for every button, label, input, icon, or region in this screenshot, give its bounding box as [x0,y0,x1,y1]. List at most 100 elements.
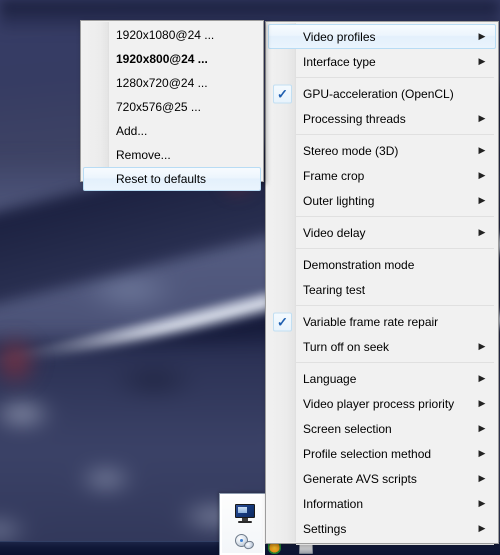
submenu-arrow-icon: ▶ [478,31,486,41]
menu-item-label: Language [303,371,357,386]
menu-item-stereo-mode-3d[interactable]: Stereo mode (3D) ▶ [268,138,496,163]
monitor-icon-screen [235,504,255,518]
menu-item-gutter [269,221,297,244]
menu-item-processing-threads[interactable]: Processing threads ▶ [268,106,496,131]
menu-item-label: Reset to defaults [116,172,207,186]
menu-separator [296,77,494,78]
menu-item-gutter [84,120,110,142]
menu-item-gutter: ✓ [269,310,297,333]
menu-item-gutter [84,96,110,118]
menu-item-gutter [269,367,297,390]
menu-item-generate-avs-scripts[interactable]: Generate AVS scripts ▶ [268,466,496,491]
menu-item-screen-selection[interactable]: Screen selection ▶ [268,416,496,441]
submenu-arrow-icon: ▶ [478,523,486,533]
menu-item-label: Remove... [116,148,171,162]
menu-item-settings[interactable]: Settings ▶ [268,516,496,541]
menu-item-gutter [269,417,297,440]
menu-item-gutter [269,139,297,162]
context-menu-main[interactable]: Video profiles ▶ Interface type ▶ ✓ GPU-accel… [265,21,499,555]
disc-icon[interactable] [235,532,256,551]
menu-item-label: Turn off on seek [303,339,390,354]
menu-item-label: Interface type [303,54,376,69]
menu-item-gutter [269,25,297,48]
submenu-arrow-icon: ▶ [478,195,486,205]
submenu-arrow-icon: ▶ [478,56,486,66]
menu-item-gutter [269,189,297,212]
menu-item-gutter [269,253,297,276]
menu-item-label: Generate AVS scripts [303,471,417,486]
tray-icon-popup [219,493,265,555]
menu-item-video-profiles[interactable]: Video profiles ▶ [268,24,496,49]
submenu-arrow-icon: ▶ [478,170,486,180]
menu-item-reset-to-defaults[interactable]: Reset to defaults [83,167,261,191]
menu-item-video-player-process-priority[interactable]: Video player process priority ▶ [268,391,496,416]
submenu-arrow-icon: ▶ [478,113,486,123]
menu-item-gutter [269,549,297,555]
menu-item-gutter [84,72,110,94]
menu-item-information[interactable]: Information ▶ [268,491,496,516]
screen: Video profiles ▶ Interface type ▶ ✓ GPU-accel… [0,0,500,555]
menu-item-label: 1920x800@24 ... [116,52,208,66]
submenu-arrow-icon: ▶ [478,145,486,155]
menu-item-gutter [84,48,110,70]
menu-item-gutter [269,442,297,465]
context-menu-video-profiles[interactable]: 1920x1080@24 ... 1920x800@24 ... 1280x720@… [80,20,264,191]
menu-item-label: Stereo mode (3D) [303,143,399,158]
menu-item-gutter [269,467,297,490]
submenu-arrow-icon: ▶ [478,473,486,483]
menu-item-label: Demonstration mode [303,257,415,272]
menu-item-profile-selection-method[interactable]: Profile selection method ▶ [268,441,496,466]
menu-item-label: Processing threads [303,111,406,126]
menu-item-label: 720x576@25 ... [116,100,201,114]
menu-item-label: Profile selection method [303,446,432,461]
menu-item-help[interactable]: Help▶ [268,548,496,555]
menu-item-remove[interactable]: Remove... [83,143,261,167]
submenu-arrow-icon: ▶ [478,373,486,383]
wallpaper-red-accent [0,333,40,389]
menu-item-tearing-test[interactable]: Tearing test [268,277,496,302]
menu-item-variable-frame-rate-repair[interactable]: ✓ Variable frame rate repair [268,309,496,334]
menu-item-language[interactable]: Language ▶ [268,366,496,391]
menu-item-gpu-acceleration-opencl[interactable]: ✓ GPU-acceleration (OpenCL) [268,81,496,106]
menu-item-gutter [269,335,297,358]
menu-item-gutter [269,278,297,301]
menu-item-label: Screen selection [303,421,392,436]
submenu-arrow-icon: ▶ [478,448,486,458]
monitor-icon-base [238,521,252,523]
menu-item-add[interactable]: Add... [83,119,261,143]
menu-item-gutter [84,168,110,190]
submenu-arrow-icon: ▶ [478,398,486,408]
menu-item-gutter [269,164,297,187]
menu-separator [296,134,494,135]
menu-item-video-delay[interactable]: Video delay ▶ [268,220,496,245]
menu-item-turn-off-on-seek[interactable]: Turn off on seek ▶ [268,334,496,359]
menu-item-interface-type[interactable]: Interface type ▶ [268,49,496,74]
menu-item-gutter: ✓ [269,82,297,105]
submenu-arrow-icon: ▶ [478,341,486,351]
menu-item-demonstration-mode[interactable]: Demonstration mode [268,252,496,277]
menu-item-label: Outer lighting [303,193,375,208]
menu-item-label: Add... [116,124,148,138]
monitor-icon[interactable] [234,504,256,523]
menu-separator [296,216,494,217]
submenu-arrow-icon: ▶ [478,227,486,237]
menu-item-outer-lighting[interactable]: Outer lighting ▶ [268,188,496,213]
menu-item-label: Settings [303,521,347,536]
submenu-arrow-icon: ▶ [478,498,486,508]
menu-separator [296,248,494,249]
menu-item-label: 1280x720@24 ... [116,76,208,90]
menu-item-1920x800-24[interactable]: 1920x800@24 ... [83,47,261,71]
menu-item-gutter [269,492,297,515]
menu-item-gutter [84,24,110,46]
menu-separator [296,305,494,306]
menu-item-label: Video delay [303,225,366,240]
menu-item-gutter [84,144,110,166]
menu-item-1280x720-24[interactable]: 1280x720@24 ... [83,71,261,95]
menu-item-720x576-25[interactable]: 720x576@25 ... [83,95,261,119]
menu-item-frame-crop[interactable]: Frame crop ▶ [268,163,496,188]
menu-item-label: Variable frame rate repair [303,314,439,329]
menu-item-gutter [269,392,297,415]
menu-item-1920x1080-24[interactable]: 1920x1080@24 ... [83,23,261,47]
menu-item-gutter [269,50,297,73]
menu-item-label: Tearing test [303,282,366,297]
